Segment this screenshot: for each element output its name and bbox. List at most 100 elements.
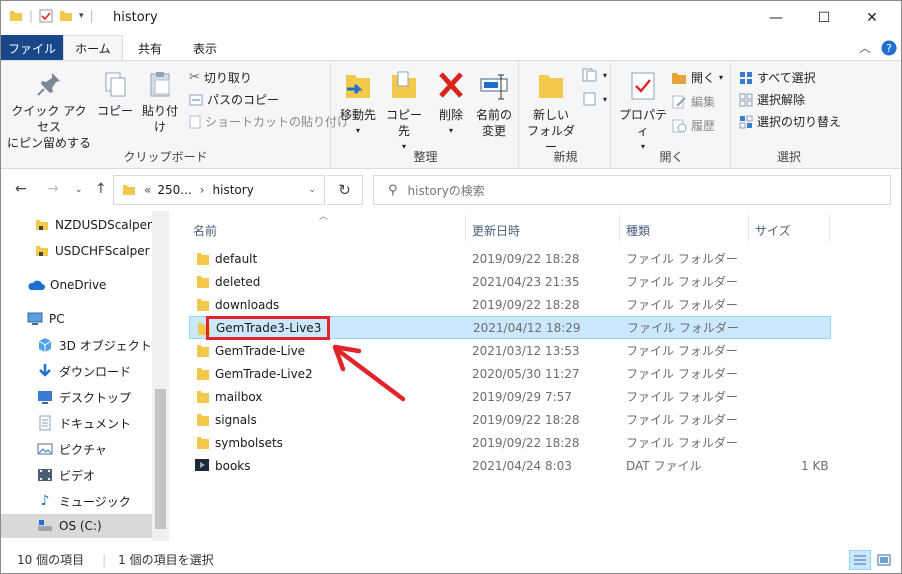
qat-dropdown-icon[interactable]: ▾ [79,11,84,21]
file-row-downloads[interactable]: downloads 2019/09/22 18:28 ファイル フォルダー [189,293,831,316]
select-all-button[interactable]: すべて選択 [739,69,816,86]
new-folder-button[interactable]: 新しい フォルダー [525,69,577,155]
sidebar-item-3d-objects[interactable]: 3D オブジェクト [1,333,153,357]
file-row-books[interactable]: books 2021/04/24 8:03 DAT ファイル 1 KB [189,454,831,477]
sidebar-item-onedrive[interactable]: OneDrive [1,273,153,297]
help-icon[interactable]: ? [881,40,897,56]
column-header-size[interactable]: サイズ [755,217,791,243]
invert-selection-button[interactable]: 選択の切り替え [739,113,841,130]
breadcrumb-current[interactable]: history [213,183,254,197]
details-view-button[interactable] [849,550,871,570]
copy-path-button[interactable]: パスのコピー [189,91,279,108]
cut-button[interactable]: ✂ 切り取り [189,69,252,86]
file-row-mailbox[interactable]: mailbox 2019/09/29 7:57 ファイル フォルダー [189,385,831,408]
breadcrumb-overflow[interactable]: « [144,183,151,197]
sidebar-item-os-c[interactable]: OS (C:) [1,514,153,538]
sidebar-item-pc[interactable]: PC [1,307,153,331]
file-date: 2019/09/22 18:28 [472,251,580,266]
invert-selection-icon [739,115,753,128]
column-header-type[interactable]: 種類 [626,217,650,243]
column-divider[interactable] [748,215,749,241]
tab-view[interactable]: 表示 [179,35,231,61]
video-icon [38,469,52,481]
search-box[interactable]: ⚲ historyの検索 [373,175,891,205]
new-folder-icon[interactable] [59,9,73,23]
pin-quick-access-button[interactable]: クイック アクセス にピン留めする [7,69,91,151]
window-title: history [113,10,158,25]
column-divider[interactable] [829,215,830,241]
address-dropdown-icon[interactable]: ⌄ [308,185,316,195]
search-input[interactable]: historyの検索 [408,182,485,199]
paste-shortcut-button[interactable]: ショートカットの貼り付け [189,113,349,130]
sidebar-item-label: ピクチャ [59,442,107,457]
maximize-button[interactable]: ☐ [801,1,847,35]
folder-icon [36,220,48,230]
back-arrow-icon[interactable]: ← [15,181,27,197]
column-header-date[interactable]: 更新日時 [472,217,520,243]
file-row-symbolsets[interactable]: symbolsets 2019/09/22 18:28 ファイル フォルダー [189,431,831,454]
file-date: 2021/04/12 18:29 [473,320,581,335]
sidebar-item-nzdusdscalper[interactable]: NZDUSDScalper [1,213,153,237]
file-row-default[interactable]: default 2019/09/22 18:28 ファイル フォルダー [189,247,831,270]
ribbon-tabs: ファイル ホーム 共有 表示 ︿ ? [1,35,901,61]
file-row-gemtrade-live2[interactable]: GemTrade-Live2 2020/05/30 11:27 ファイル フォル… [189,362,831,385]
open-folder-icon [672,72,686,84]
history-button[interactable]: 履歴 [671,117,715,134]
tab-share[interactable]: 共有 [127,35,173,61]
tab-file[interactable]: ファイル [1,35,63,61]
open-button[interactable]: 開く ▾ [671,69,723,86]
pin-label-1: クイック アクセス [11,104,87,134]
open-group-label: 開く [659,150,684,164]
file-name: symbolsets [215,435,283,450]
navigation-pane: NZDUSDScalper USDCHFScalper OneDrive PC … [1,211,171,541]
edit-button[interactable]: 編集 [671,93,715,110]
file-row-signals[interactable]: signals 2019/09/22 18:28 ファイル フォルダー [189,408,831,431]
sidebar-scrollbar[interactable] [152,211,169,541]
select-none-button[interactable]: 選択解除 [739,91,805,108]
sidebar-item-documents[interactable]: ドキュメント [1,411,153,435]
new-item-button[interactable]: ▾ [581,67,607,83]
sidebar-item-desktop[interactable]: デスクトップ [1,385,153,409]
sidebar-scrollbar-thumb[interactable] [155,389,166,529]
easy-access-button[interactable]: ▾ [581,91,607,107]
minimize-button[interactable]: — [753,1,799,35]
sidebar-item-pictures[interactable]: ピクチャ [1,437,153,461]
sidebar-item-videos[interactable]: ビデオ [1,463,153,487]
move-to-dropdown-icon: ▾ [355,126,360,135]
forward-arrow-icon[interactable]: → [47,181,59,197]
file-type: ファイル フォルダー [626,367,738,381]
breadcrumb-separator[interactable]: › [200,183,205,197]
file-size: 1 KB [801,458,829,473]
rename-button[interactable]: 名前の 変更 [473,69,515,139]
sidebar-item-downloads[interactable]: ダウンロード [1,359,153,383]
sidebar-item-label: ビデオ [59,468,96,483]
column-divider[interactable] [619,215,620,241]
refresh-button[interactable]: ↻ [327,175,363,205]
column-header-name[interactable]: 名前 [193,217,217,243]
address-bar[interactable]: « 250... › history ⌄ [113,175,325,205]
properties-button[interactable]: プロパティ ▾ [617,69,669,155]
collapse-ribbon-icon[interactable]: ︿ [859,39,871,56]
copy-button[interactable]: コピー [95,69,135,119]
sidebar-item-music[interactable]: ♪ ミュージック [1,489,153,513]
file-row-gemtrade-live[interactable]: GemTrade-Live 2021/03/12 13:53 ファイル フォルダ… [189,339,831,362]
column-divider[interactable] [465,215,466,241]
tab-home[interactable]: ホーム [63,35,123,61]
paste-button[interactable]: 貼り付け [137,69,183,135]
sidebar-item-usdchfscalper[interactable]: USDCHFScalper [1,239,153,263]
breadcrumb-parent[interactable]: 250... [157,183,191,197]
recent-locations-icon[interactable]: ⌄ [75,185,83,195]
history-label: 履歴 [691,119,716,133]
close-button[interactable]: ✕ [849,1,895,35]
details-view-icon [854,555,866,565]
document-icon [39,415,51,431]
svg-text:?: ? [886,42,892,55]
move-to-button[interactable]: 移動先 ▾ [337,69,379,139]
file-row-deleted[interactable]: deleted 2021/04/23 21:35 ファイル フォルダー [189,270,831,293]
sidebar-item-label: ダウンロード [59,364,132,379]
delete-button[interactable]: 削除 ▾ [433,69,469,139]
large-icons-view-button[interactable] [873,550,895,570]
copy-to-button[interactable]: コピー先 ▾ [381,69,427,155]
properties-icon[interactable] [39,9,53,23]
up-arrow-icon[interactable]: ↑ [95,181,107,197]
